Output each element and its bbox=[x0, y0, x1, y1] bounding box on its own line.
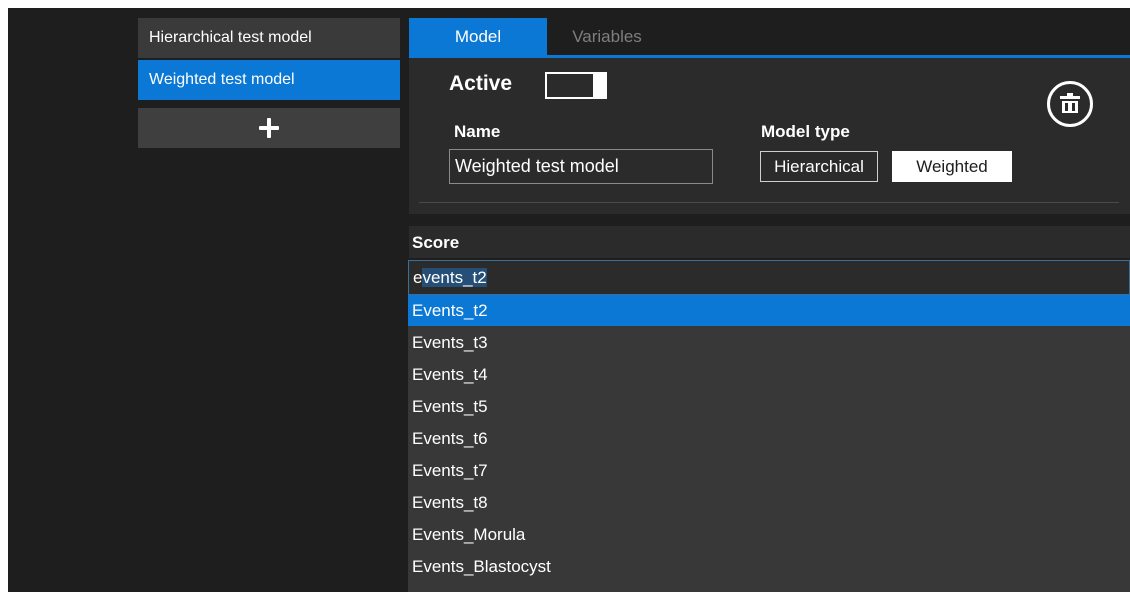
model-panel: Model Variables Active Name Model type H… bbox=[409, 18, 1130, 214]
dropdown-option[interactable]: Events_Morula bbox=[408, 519, 1130, 550]
model-item-hierarchical[interactable]: Hierarchical test model bbox=[138, 18, 400, 58]
score-dropdown-list: Events_t2 Events_t3 Events_t4 Events_t5 … bbox=[408, 295, 1130, 592]
divider bbox=[419, 202, 1119, 203]
model-type-hierarchical-button[interactable]: Hierarchical bbox=[760, 151, 878, 182]
dropdown-option[interactable]: Events_t4 bbox=[408, 359, 1130, 390]
toggle-knob bbox=[593, 74, 605, 97]
plus-icon bbox=[259, 118, 279, 138]
add-model-button[interactable] bbox=[138, 108, 400, 148]
tab-bar: Model Variables bbox=[409, 18, 1130, 58]
trash-icon bbox=[1060, 93, 1080, 113]
tab-model[interactable]: Model bbox=[409, 18, 547, 55]
app-root: Hierarchical test model Weighted test mo… bbox=[0, 0, 1130, 592]
dropdown-option[interactable]: Events_t2 bbox=[408, 295, 1130, 326]
dropdown-option[interactable]: Events_t7 bbox=[408, 455, 1130, 486]
model-type-weighted-button[interactable]: Weighted bbox=[892, 151, 1012, 182]
active-label: Active bbox=[449, 72, 513, 95]
dropdown-option[interactable]: Events_t8 bbox=[408, 487, 1130, 518]
dropdown-option[interactable]: Events_t5 bbox=[408, 391, 1130, 422]
dropdown-option[interactable]: Events_t6 bbox=[408, 423, 1130, 454]
score-autocomplete-text: vents_t2 bbox=[422, 268, 487, 287]
model-item-weighted[interactable]: Weighted test model bbox=[138, 60, 400, 100]
active-toggle[interactable] bbox=[545, 72, 607, 99]
name-label: Name bbox=[454, 122, 501, 141]
delete-model-button[interactable] bbox=[1047, 81, 1093, 127]
model-name-input[interactable] bbox=[449, 149, 713, 184]
model-type-label: Model type bbox=[761, 122, 850, 141]
score-label: Score bbox=[412, 233, 460, 252]
dropdown-option[interactable]: Events_t3 bbox=[408, 327, 1130, 358]
dropdown-option[interactable]: Events_Blastocyst bbox=[408, 551, 1130, 582]
score-combobox-input[interactable]: events_t2 bbox=[408, 260, 1130, 295]
tab-variables[interactable]: Variables bbox=[547, 18, 667, 55]
score-header: Score bbox=[409, 226, 1130, 258]
